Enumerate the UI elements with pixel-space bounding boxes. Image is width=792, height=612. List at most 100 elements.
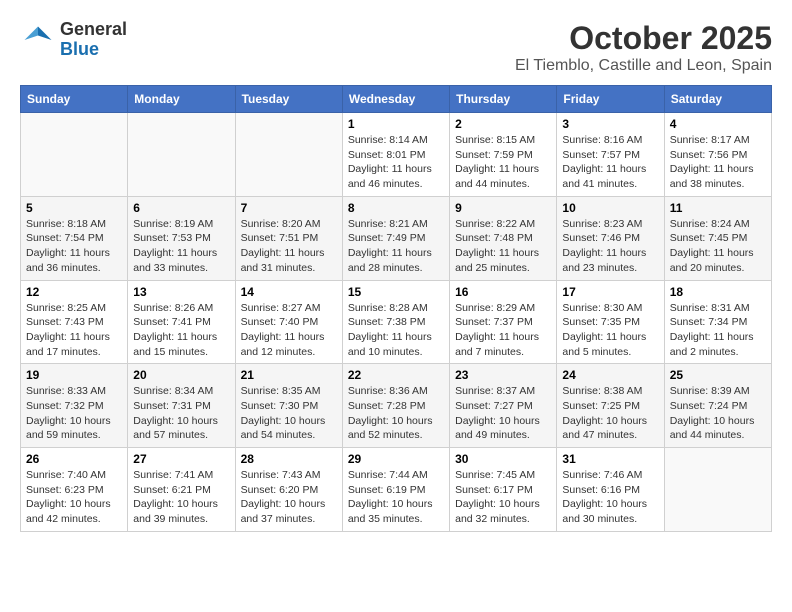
day-number: 6 bbox=[133, 201, 229, 215]
calendar-cell: 5 Sunrise: 8:18 AM Sunset: 7:54 PM Daylig… bbox=[21, 196, 128, 280]
day-info: Sunrise: 8:15 AM Sunset: 7:59 PM Dayligh… bbox=[455, 133, 551, 192]
day-info: Sunrise: 8:23 AM Sunset: 7:46 PM Dayligh… bbox=[562, 217, 658, 276]
day-info: Sunrise: 7:46 AM Sunset: 6:16 PM Dayligh… bbox=[562, 468, 658, 527]
day-number: 31 bbox=[562, 452, 658, 466]
calendar-cell: 3 Sunrise: 8:16 AM Sunset: 7:57 PM Daylig… bbox=[557, 113, 664, 197]
calendar-week-row: 12 Sunrise: 8:25 AM Sunset: 7:43 PM Dayli… bbox=[21, 280, 772, 364]
calendar-cell bbox=[128, 113, 235, 197]
day-number: 29 bbox=[348, 452, 444, 466]
calendar-table: SundayMondayTuesdayWednesdayThursdayFrid… bbox=[20, 85, 772, 532]
calendar-cell: 16 Sunrise: 8:29 AM Sunset: 7:37 PM Dayli… bbox=[450, 280, 557, 364]
logo-icon bbox=[20, 22, 56, 58]
weekday-header: Wednesday bbox=[342, 86, 449, 113]
calendar-cell: 27 Sunrise: 7:41 AM Sunset: 6:21 PM Dayli… bbox=[128, 448, 235, 532]
calendar-cell: 22Sunrise: 8:36 AM Sunset: 7:28 PM Dayli… bbox=[342, 364, 449, 448]
weekday-header: Friday bbox=[557, 86, 664, 113]
logo-text: General Blue bbox=[60, 20, 127, 60]
day-number: 4 bbox=[670, 117, 766, 131]
day-number: 12 bbox=[26, 285, 122, 299]
day-info: Sunrise: 8:28 AM Sunset: 7:38 PM Dayligh… bbox=[348, 301, 444, 360]
day-info: Sunrise: 8:34 AM Sunset: 7:31 PM Dayligh… bbox=[133, 384, 229, 443]
weekday-header: Saturday bbox=[664, 86, 771, 113]
day-info: Sunrise: 8:29 AM Sunset: 7:37 PM Dayligh… bbox=[455, 301, 551, 360]
calendar-cell: 2 Sunrise: 8:15 AM Sunset: 7:59 PM Daylig… bbox=[450, 113, 557, 197]
calendar-cell: 18 Sunrise: 8:31 AM Sunset: 7:34 PM Dayli… bbox=[664, 280, 771, 364]
day-number: 3 bbox=[562, 117, 658, 131]
day-info: Sunrise: 8:31 AM Sunset: 7:34 PM Dayligh… bbox=[670, 301, 766, 360]
day-number: 2 bbox=[455, 117, 551, 131]
calendar-cell: 29 Sunrise: 7:44 AM Sunset: 6:19 PM Dayli… bbox=[342, 448, 449, 532]
day-info: Sunrise: 7:44 AM Sunset: 6:19 PM Dayligh… bbox=[348, 468, 444, 527]
day-number: 23 bbox=[455, 368, 551, 382]
day-info: Sunrise: 8:33 AM Sunset: 7:32 PM Dayligh… bbox=[26, 384, 122, 443]
calendar-cell: 21Sunrise: 8:35 AM Sunset: 7:30 PM Dayli… bbox=[235, 364, 342, 448]
weekday-header: Monday bbox=[128, 86, 235, 113]
calendar-cell: 6Sunrise: 8:19 AM Sunset: 7:53 PM Daylig… bbox=[128, 196, 235, 280]
day-number: 5 bbox=[26, 201, 122, 215]
calendar-cell: 15 Sunrise: 8:28 AM Sunset: 7:38 PM Dayli… bbox=[342, 280, 449, 364]
calendar-cell bbox=[21, 113, 128, 197]
day-info: Sunrise: 8:39 AM Sunset: 7:24 PM Dayligh… bbox=[670, 384, 766, 443]
calendar-cell: 24 Sunrise: 8:38 AM Sunset: 7:25 PM Dayli… bbox=[557, 364, 664, 448]
day-info: Sunrise: 8:30 AM Sunset: 7:35 PM Dayligh… bbox=[562, 301, 658, 360]
day-info: Sunrise: 7:43 AM Sunset: 6:20 PM Dayligh… bbox=[241, 468, 337, 527]
calendar-week-row: 1 Sunrise: 8:14 AM Sunset: 8:01 PM Daylig… bbox=[21, 113, 772, 197]
calendar-week-row: 5 Sunrise: 8:18 AM Sunset: 7:54 PM Daylig… bbox=[21, 196, 772, 280]
day-number: 27 bbox=[133, 452, 229, 466]
logo: General Blue bbox=[20, 20, 127, 60]
page-header: General Blue October 2025 El Tiemblo, Ca… bbox=[20, 20, 772, 75]
day-info: Sunrise: 8:22 AM Sunset: 7:48 PM Dayligh… bbox=[455, 217, 551, 276]
day-number: 18 bbox=[670, 285, 766, 299]
day-number: 16 bbox=[455, 285, 551, 299]
day-info: Sunrise: 8:18 AM Sunset: 7:54 PM Dayligh… bbox=[26, 217, 122, 276]
day-number: 11 bbox=[670, 201, 766, 215]
calendar-cell bbox=[664, 448, 771, 532]
day-number: 13 bbox=[133, 285, 229, 299]
calendar-cell: 26Sunrise: 7:40 AM Sunset: 6:23 PM Dayli… bbox=[21, 448, 128, 532]
day-info: Sunrise: 8:38 AM Sunset: 7:25 PM Dayligh… bbox=[562, 384, 658, 443]
day-number: 10 bbox=[562, 201, 658, 215]
day-number: 7 bbox=[241, 201, 337, 215]
calendar-cell: 9 Sunrise: 8:22 AM Sunset: 7:48 PM Daylig… bbox=[450, 196, 557, 280]
day-info: Sunrise: 8:16 AM Sunset: 7:57 PM Dayligh… bbox=[562, 133, 658, 192]
calendar-header-row: SundayMondayTuesdayWednesdayThursdayFrid… bbox=[21, 86, 772, 113]
day-info: Sunrise: 8:26 AM Sunset: 7:41 PM Dayligh… bbox=[133, 301, 229, 360]
calendar-cell: 1 Sunrise: 8:14 AM Sunset: 8:01 PM Daylig… bbox=[342, 113, 449, 197]
calendar-cell: 8Sunrise: 8:21 AM Sunset: 7:49 PM Daylig… bbox=[342, 196, 449, 280]
day-info: Sunrise: 8:20 AM Sunset: 7:51 PM Dayligh… bbox=[241, 217, 337, 276]
day-info: Sunrise: 8:14 AM Sunset: 8:01 PM Dayligh… bbox=[348, 133, 444, 192]
day-info: Sunrise: 8:25 AM Sunset: 7:43 PM Dayligh… bbox=[26, 301, 122, 360]
day-number: 9 bbox=[455, 201, 551, 215]
calendar-cell: 7 Sunrise: 8:20 AM Sunset: 7:51 PM Daylig… bbox=[235, 196, 342, 280]
day-info: Sunrise: 8:36 AM Sunset: 7:28 PM Dayligh… bbox=[348, 384, 444, 443]
day-info: Sunrise: 8:35 AM Sunset: 7:30 PM Dayligh… bbox=[241, 384, 337, 443]
day-number: 1 bbox=[348, 117, 444, 131]
calendar-cell: 20 Sunrise: 8:34 AM Sunset: 7:31 PM Dayli… bbox=[128, 364, 235, 448]
day-number: 14 bbox=[241, 285, 337, 299]
calendar-cell: 12 Sunrise: 8:25 AM Sunset: 7:43 PM Dayli… bbox=[21, 280, 128, 364]
calendar-cell: 13 Sunrise: 8:26 AM Sunset: 7:41 PM Dayli… bbox=[128, 280, 235, 364]
calendar-cell: 30 Sunrise: 7:45 AM Sunset: 6:17 PM Dayli… bbox=[450, 448, 557, 532]
day-number: 28 bbox=[241, 452, 337, 466]
day-number: 30 bbox=[455, 452, 551, 466]
day-info: Sunrise: 7:41 AM Sunset: 6:21 PM Dayligh… bbox=[133, 468, 229, 527]
day-number: 20 bbox=[133, 368, 229, 382]
day-number: 15 bbox=[348, 285, 444, 299]
day-number: 25 bbox=[670, 368, 766, 382]
logo-general: General bbox=[60, 20, 127, 40]
day-number: 26 bbox=[26, 452, 122, 466]
weekday-header: Thursday bbox=[450, 86, 557, 113]
calendar-cell: 14Sunrise: 8:27 AM Sunset: 7:40 PM Dayli… bbox=[235, 280, 342, 364]
calendar-cell: 23Sunrise: 8:37 AM Sunset: 7:27 PM Dayli… bbox=[450, 364, 557, 448]
calendar-cell: 17Sunrise: 8:30 AM Sunset: 7:35 PM Dayli… bbox=[557, 280, 664, 364]
day-info: Sunrise: 7:45 AM Sunset: 6:17 PM Dayligh… bbox=[455, 468, 551, 527]
day-number: 8 bbox=[348, 201, 444, 215]
calendar-cell: 19Sunrise: 8:33 AM Sunset: 7:32 PM Dayli… bbox=[21, 364, 128, 448]
calendar-cell: 31 Sunrise: 7:46 AM Sunset: 6:16 PM Dayli… bbox=[557, 448, 664, 532]
weekday-header: Tuesday bbox=[235, 86, 342, 113]
calendar-cell: 28 Sunrise: 7:43 AM Sunset: 6:20 PM Dayli… bbox=[235, 448, 342, 532]
calendar-week-row: 19Sunrise: 8:33 AM Sunset: 7:32 PM Dayli… bbox=[21, 364, 772, 448]
subtitle: El Tiemblo, Castille and Leon, Spain bbox=[515, 57, 772, 75]
day-number: 24 bbox=[562, 368, 658, 382]
logo-blue: Blue bbox=[60, 40, 127, 60]
